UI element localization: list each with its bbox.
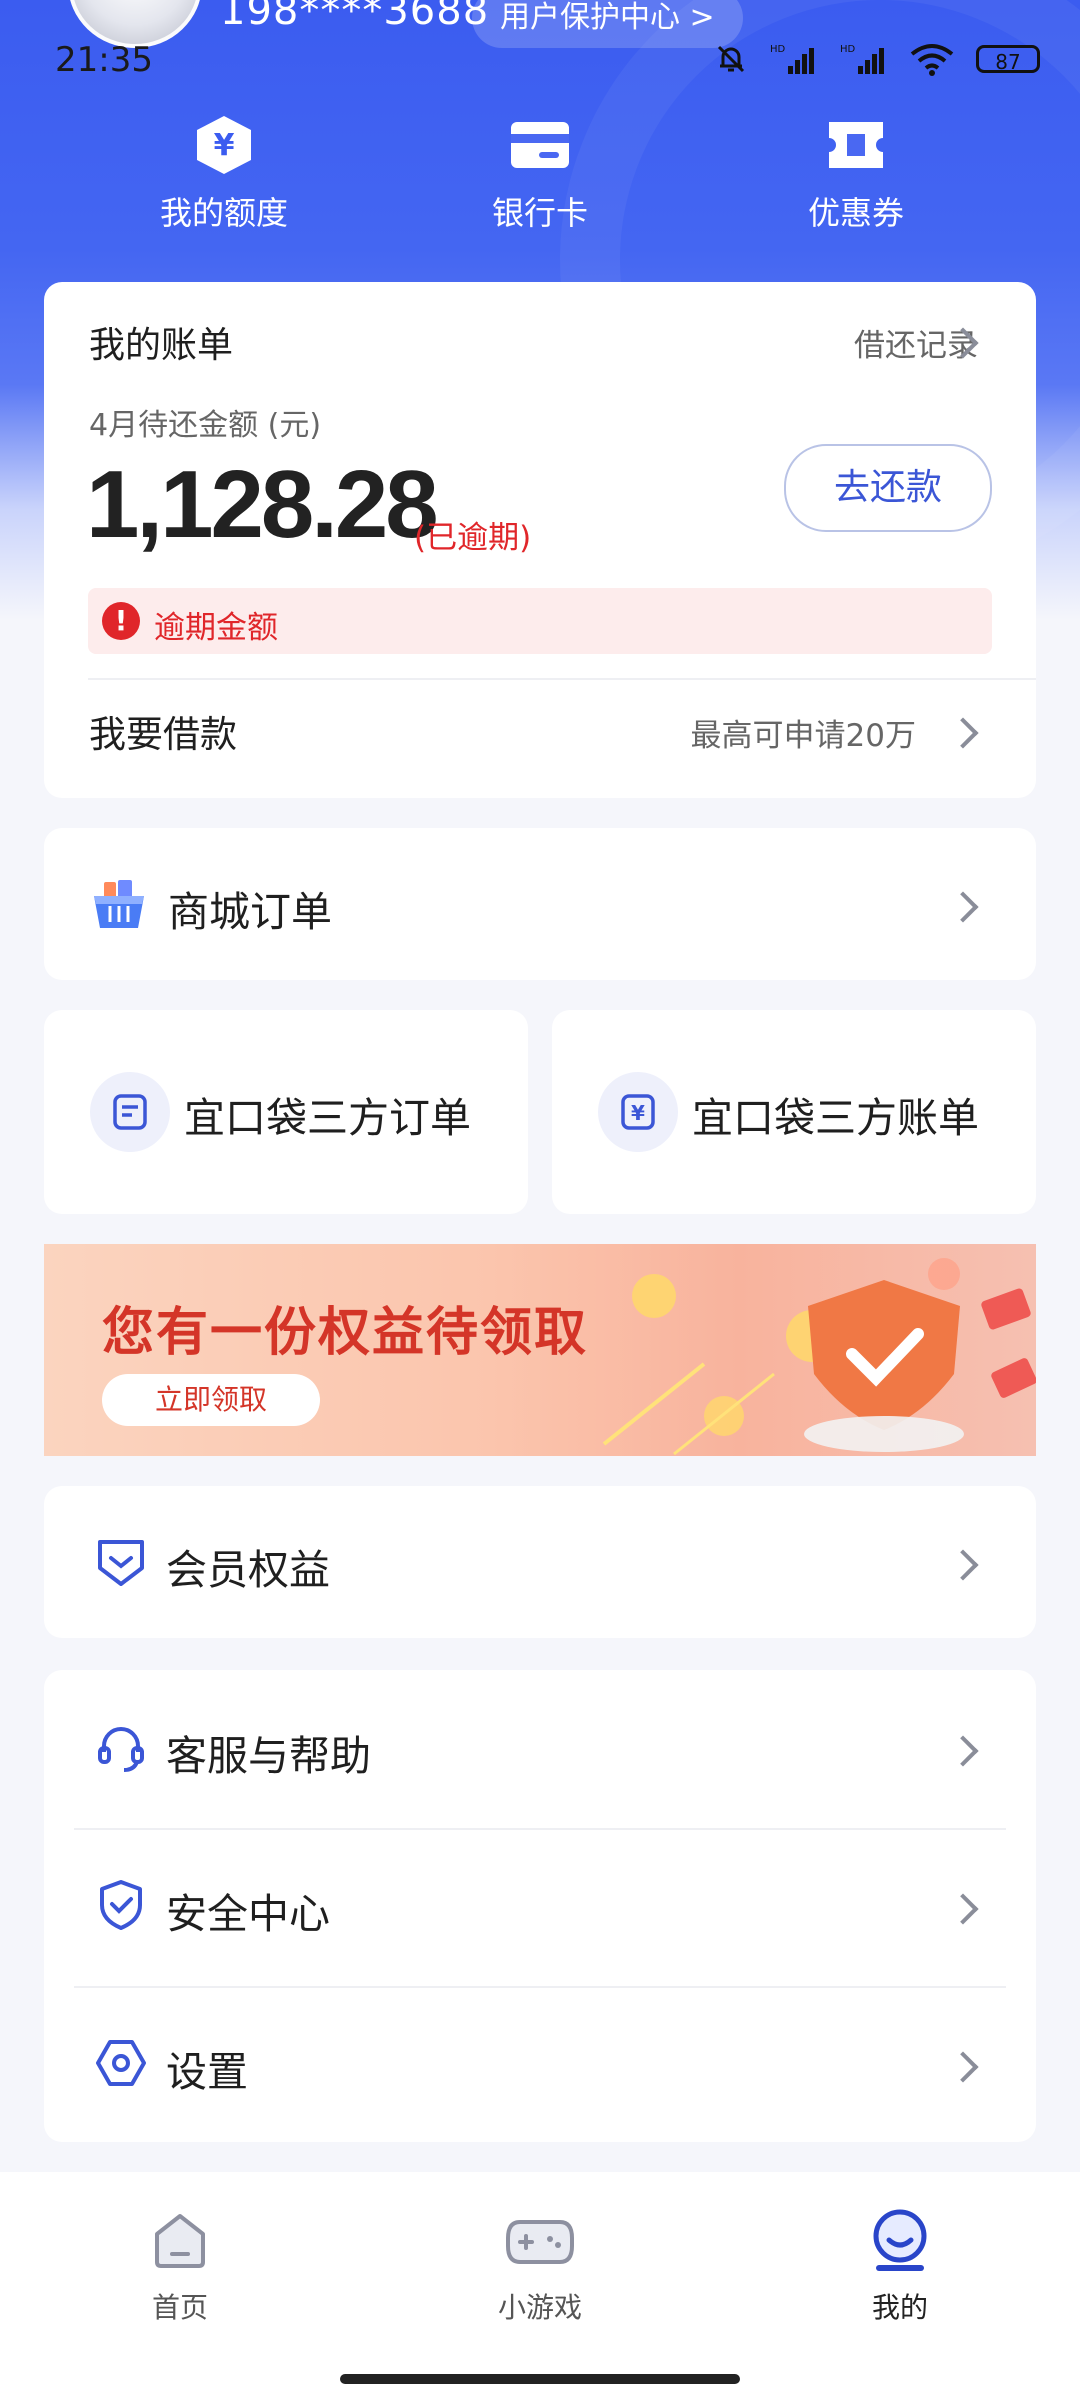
nav-home-label: 首页	[151, 2291, 208, 2324]
chevron-right-icon	[947, 717, 979, 749]
member-benefits-row[interactable]: 会员权益	[44, 1486, 1036, 1638]
home-indicator	[340, 2374, 740, 2384]
quick-action-label: 我的额度	[159, 194, 288, 232]
battery-indicator: 87	[976, 45, 1040, 74]
mall-order-label: 商城订单	[168, 888, 332, 936]
banner-title: 您有一份权益待领取	[102, 1303, 589, 1363]
security-center-label: 安全中心	[166, 1890, 330, 1938]
repay-button[interactable]: 去还款	[784, 444, 992, 532]
wifi-icon	[910, 44, 954, 76]
third-party-order-label: 宜口袋三方订单	[184, 1094, 471, 1142]
loan-row-title[interactable]: 我要借款	[89, 704, 237, 758]
quick-action-bank-card[interactable]: 银行卡	[430, 112, 650, 234]
profile-page: 198****3688 用户保护中心 > 21:35 HD HD 87 ¥ 我的…	[0, 0, 1080, 2400]
chevron-right-icon	[947, 2051, 979, 2083]
quick-action-label: 优惠券	[807, 194, 904, 232]
svg-text:HD: HD	[840, 44, 856, 55]
bill-due-subtitle: 4月待还金额 (元)	[89, 408, 322, 443]
status-icons: HD HD 87	[714, 42, 1040, 76]
bill-title: 我的账单	[89, 325, 234, 366]
yuan-bill-icon: ¥	[621, 1094, 655, 1130]
overdue-tag: (已逾期)	[414, 520, 532, 556]
phone-number: 198****3688	[220, 0, 490, 34]
headset-icon	[98, 1727, 144, 1772]
bank-card-icon	[511, 122, 569, 168]
services-card: 客服与帮助 安全中心 设置	[44, 1670, 1036, 2142]
chevron-right-icon	[947, 1893, 979, 1925]
settings-hex-icon	[96, 2040, 146, 2086]
nav-mine[interactable]: 我的	[790, 2208, 1010, 2326]
nav-home[interactable]: 首页	[70, 2208, 290, 2326]
loan-row-hint: 最高可申请20万	[690, 718, 916, 754]
third-party-bill-label: 宜口袋三方账单	[692, 1094, 979, 1142]
promo-banner[interactable]: 您有一份权益待领取 立即领取	[44, 1244, 1036, 1456]
divider	[88, 678, 1036, 680]
third-party-bill-card[interactable]: ¥ 宜口袋三方账单	[552, 1010, 1036, 1214]
service-row-security[interactable]: 安全中心	[44, 1828, 1036, 1986]
chevron-right-icon	[947, 891, 979, 923]
quick-action-label: 银行卡	[491, 194, 588, 232]
icon-circle: ¥	[598, 1072, 678, 1152]
bottom-navigation: 首页 小游戏 我的	[0, 2172, 1080, 2400]
warning-icon: !	[102, 602, 140, 640]
svg-text:¥: ¥	[214, 128, 235, 163]
chevron-right-icon	[947, 1735, 979, 1767]
member-badge-icon	[98, 1540, 144, 1586]
svg-text:¥: ¥	[631, 1101, 645, 1125]
claim-now-button[interactable]: 立即领取	[102, 1374, 320, 1426]
yuan-shield-icon: ¥	[197, 116, 251, 174]
coupon-icon	[829, 122, 883, 168]
nav-mine-label: 我的	[871, 2291, 928, 2324]
quick-action-my-limit[interactable]: ¥ 我的额度	[114, 112, 334, 234]
signal-hd-icon-2: HD	[840, 44, 884, 74]
quick-actions: ¥ 我的额度 银行卡 优惠券	[0, 112, 1080, 242]
protection-center-label: 用户保护中心	[500, 0, 680, 35]
home-icon	[155, 2214, 205, 2268]
shopping-basket-icon	[94, 880, 144, 928]
overdue-notice[interactable]: ! 逾期金额	[88, 588, 992, 654]
profile-face-icon	[873, 2209, 927, 2271]
service-row-help[interactable]: 客服与帮助	[44, 1670, 1036, 1828]
nav-mini-games-label: 小游戏	[497, 2291, 582, 2324]
bill-amount: 1,128.28	[86, 451, 439, 558]
signal-hd-icon: HD	[770, 44, 814, 74]
icon-circle	[90, 1072, 170, 1152]
svg-text:HD: HD	[770, 44, 786, 55]
member-benefits-label: 会员权益	[166, 1546, 330, 1594]
user-protection-center-button[interactable]: 用户保护中心 >	[472, 0, 743, 48]
quick-action-coupon[interactable]: 优惠券	[746, 112, 966, 234]
nav-mini-games[interactable]: 小游戏	[430, 2208, 650, 2326]
mall-order-row[interactable]: 商城订单	[44, 828, 1036, 980]
gamepad-icon	[506, 2220, 574, 2264]
bell-muted-icon	[717, 45, 745, 73]
overdue-notice-label: 逾期金额	[154, 610, 278, 646]
bill-card: 我的账单 借还记录 4月待还金额 (元) 1,128.28 (已逾期) 去还款 …	[44, 282, 1036, 798]
help-label: 客服与帮助	[166, 1732, 371, 1780]
chevron-right-icon	[947, 1549, 979, 1581]
third-party-order-card[interactable]: 宜口袋三方订单	[44, 1010, 528, 1214]
settings-label: 设置	[166, 2048, 248, 2096]
status-time: 21:35	[55, 40, 153, 80]
order-doc-icon	[113, 1094, 147, 1130]
service-row-settings[interactable]: 设置	[44, 1986, 1036, 2144]
shield-check-icon	[100, 1880, 142, 1930]
chevron-right-icon: >	[689, 0, 715, 35]
